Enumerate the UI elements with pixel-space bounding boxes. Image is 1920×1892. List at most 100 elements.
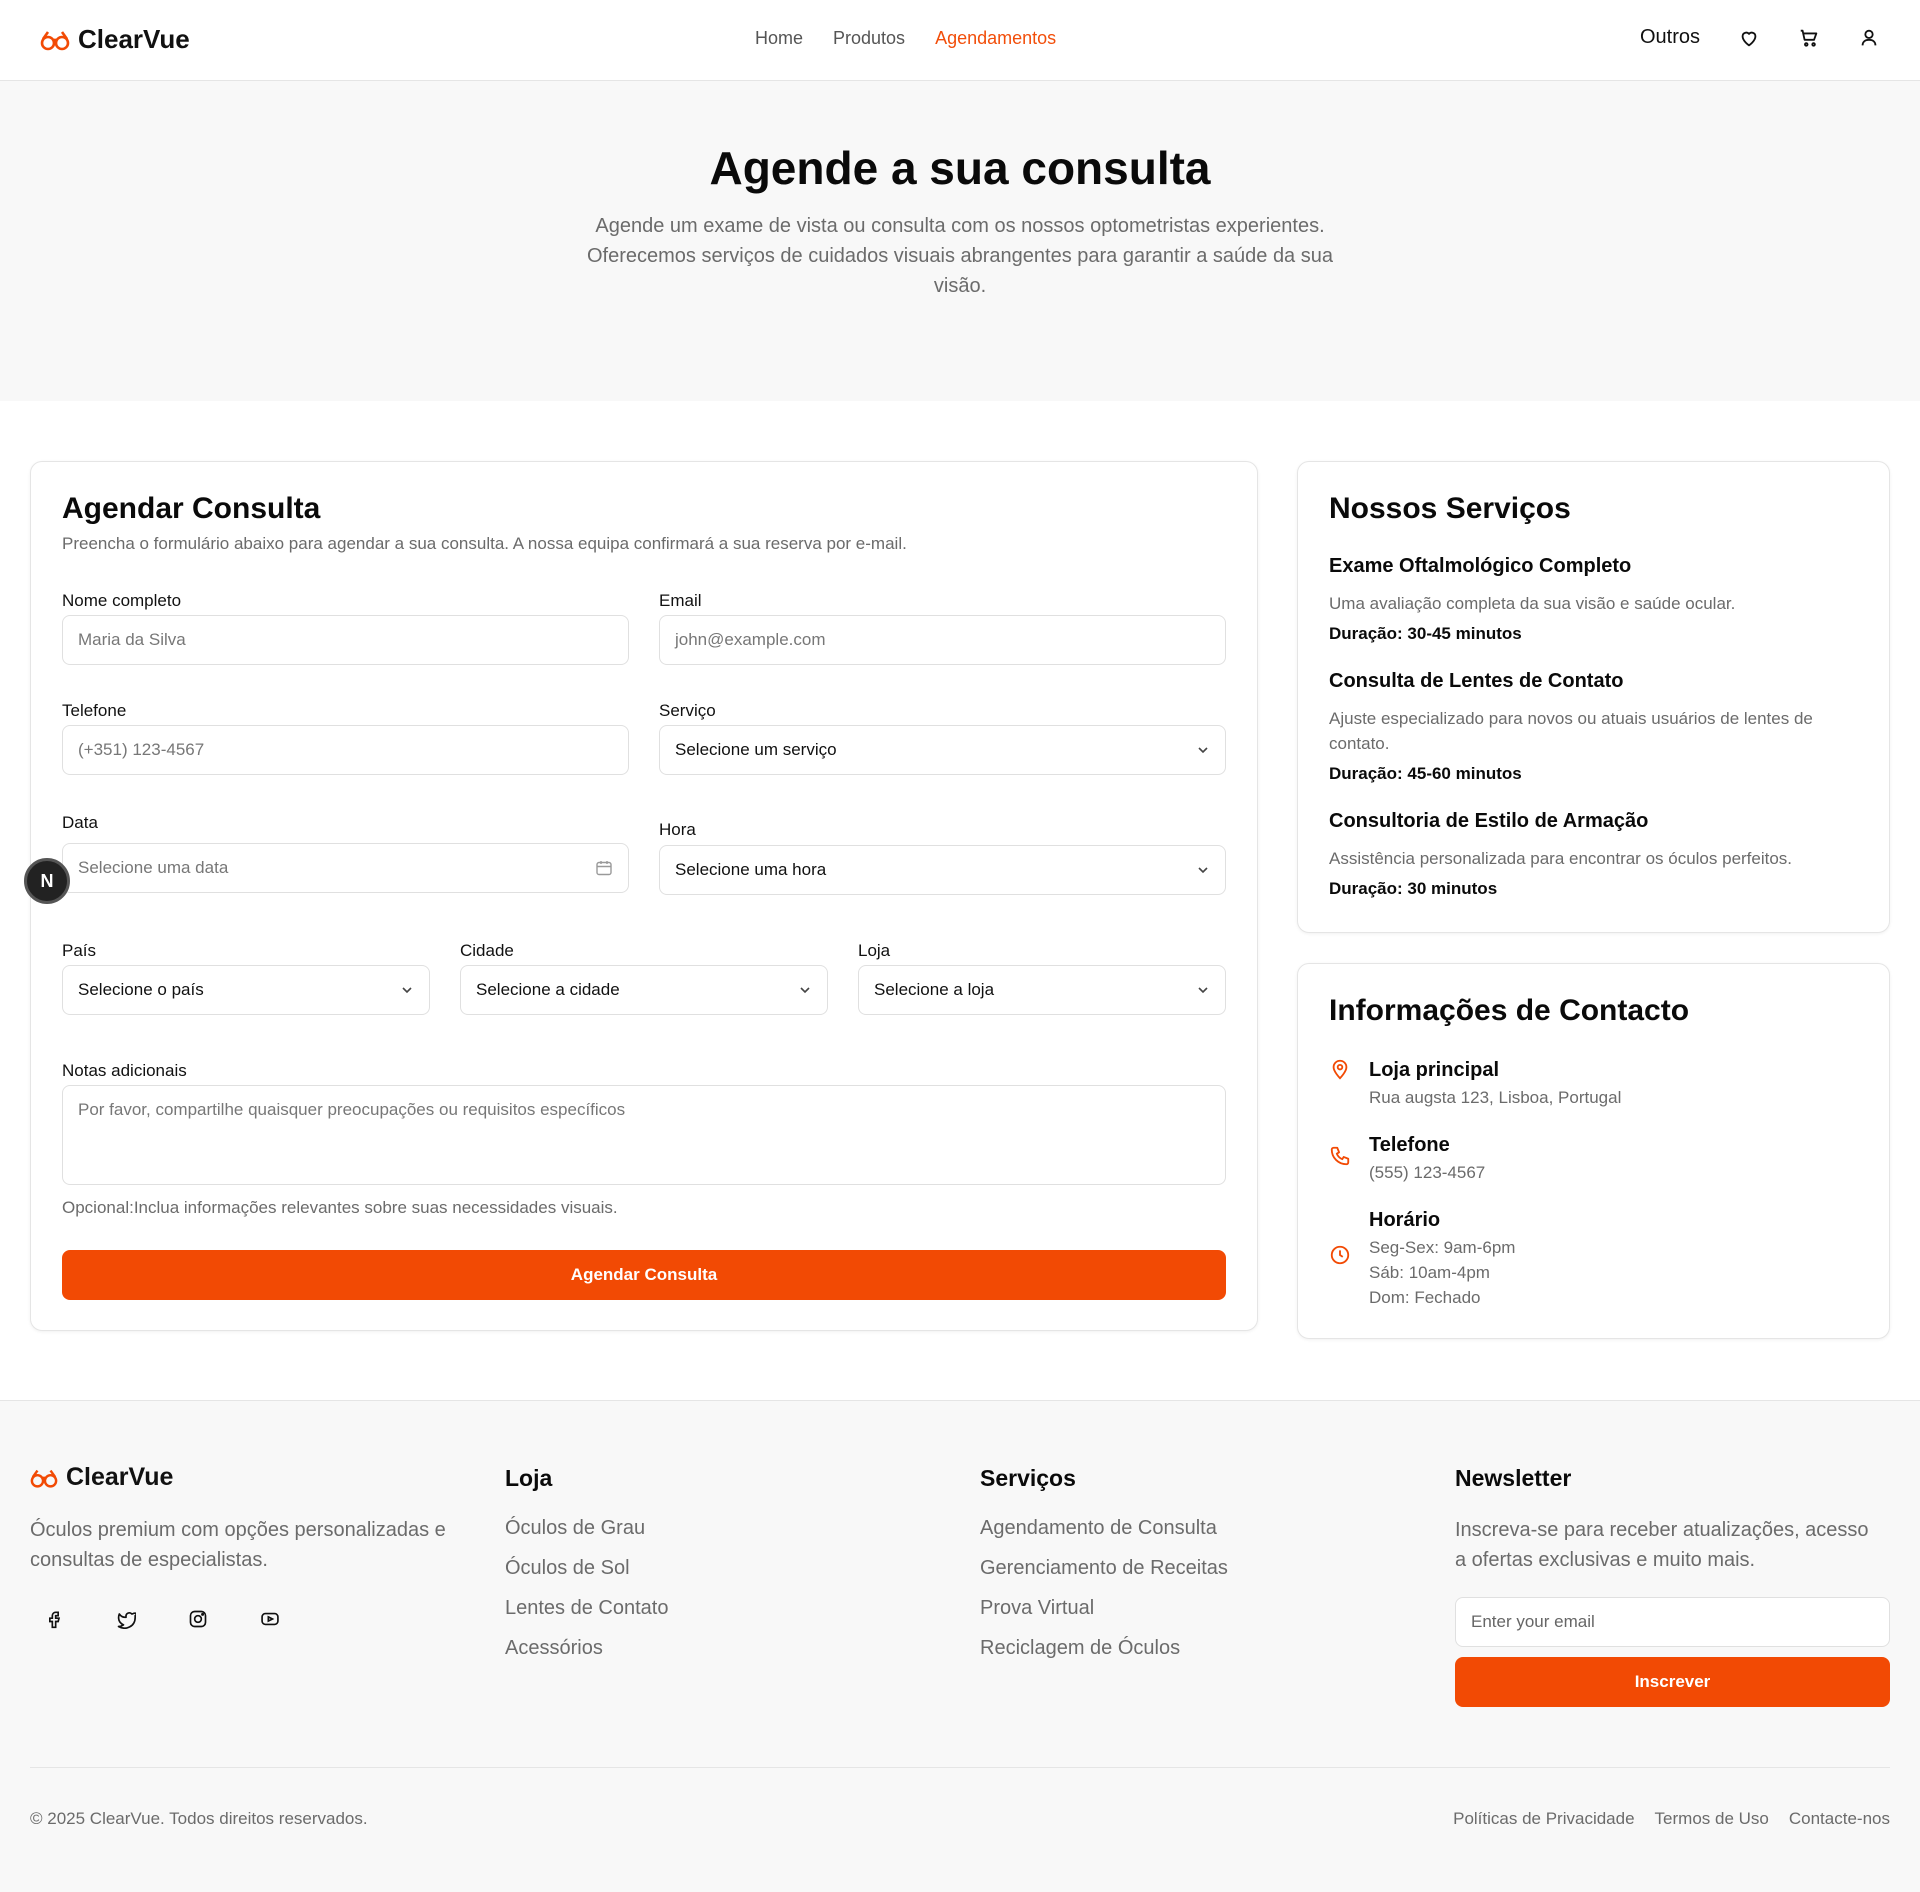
cart-icon[interactable] [1798,27,1820,49]
brand-name: ClearVue [78,24,190,54]
map-pin-icon [1332,1059,1348,1080]
store-title: Loja principal [1369,1059,1500,1081]
footer-link[interactable]: Reciclagem de Óculos [980,1637,1228,1677]
phone-number: (555) 123-4567 [1369,1163,1486,1182]
hero-subtitle: Agende um exame de vista ou consulta com… [587,215,1333,297]
footer-brand-logo[interactable]: ClearVue [30,1463,173,1492]
footer-link[interactable]: Óculos de Grau [505,1517,668,1557]
nav-outros[interactable]: Outros [1640,26,1700,49]
header-actions: Outros [1640,26,1880,49]
nav-produtos[interactable]: Produtos [833,28,905,49]
chevron-down-icon [1198,987,1208,994]
chevron-down-icon [1198,867,1208,874]
privacy-link[interactable]: Políticas de Privacidade [1453,1809,1634,1829]
footer-link[interactable]: Gerenciamento de Receitas [980,1557,1228,1597]
nav-agendamentos[interactable]: Agendamentos [935,28,1056,49]
services-title: Nossos Serviços [1329,492,1571,525]
hero-section: Agende a sua consulta Agende um exame de… [0,81,1920,401]
youtube-icon[interactable] [260,1609,280,1629]
email-label: Email [659,591,702,610]
name-input[interactable]: Maria da Silva [62,615,629,665]
glasses-icon [30,1469,58,1488]
instagram-icon[interactable] [188,1609,208,1629]
heart-icon[interactable] [1738,27,1760,49]
footer-link[interactable]: Óculos de Sol [505,1557,668,1597]
dev-tools-badge[interactable]: N [24,858,70,904]
footer-link[interactable]: Lentes de Contato [505,1597,668,1637]
store-label: Loja [858,941,891,960]
service-name: Exame Oftalmológico Completo [1329,555,1632,577]
calendar-icon[interactable] [595,859,613,877]
service-description: Assistência personalizada para encontrar… [1329,849,1793,868]
service-description: Ajuste especializado para novos ou atuai… [1329,709,1813,753]
name-label: Nome completo [62,591,182,610]
country-label: País [62,941,97,960]
chevron-down-icon [402,987,412,994]
footer-loja-title: Loja [505,1465,553,1491]
appointment-form-card: Agendar Consulta Preencha o formulário a… [30,461,1258,1331]
newsletter-email-input[interactable]: Enter your email [1455,1597,1890,1647]
notes-textarea[interactable]: Por favor, compartilhe quaisquer preocup… [62,1085,1226,1185]
date-label: Data [62,813,98,832]
brand-logo[interactable]: ClearVue [40,24,190,55]
footer-brand-name: ClearVue [66,1463,174,1491]
copyright: © 2025 ClearVue. Todos direitos reservad… [30,1809,368,1828]
contact-link[interactable]: Contacte-nos [1789,1809,1890,1829]
date-placeholder: Selecione uma data [78,858,229,877]
site-header: ClearVue Home Produtos Agendamentos Outr… [0,0,1920,81]
footer-newsletter-title: Newsletter [1455,1465,1572,1491]
form-subtitle: Preencha o formulário abaixo para agenda… [62,534,907,553]
store-select-value: Selecione a loja [874,980,995,999]
time-select[interactable]: Selecione uma hora [659,845,1226,895]
main-nav: Home Produtos Agendamentos [755,28,1056,49]
footer-about: Óculos premium com opções personalizadas… [30,1519,446,1571]
page-title: Agende a sua consulta [709,142,1211,194]
country-select[interactable]: Selecione o país [62,965,430,1015]
newsletter-text: Inscreva-se para receber atualizações, a… [1455,1519,1869,1571]
footer-link[interactable]: Prova Virtual [980,1597,1228,1637]
service-name: Consultoria de Estilo de Armação [1329,810,1649,832]
phone-title: Telefone [1369,1134,1450,1156]
email-input[interactable]: john@example.com [659,615,1226,665]
form-title: Agendar Consulta [62,492,321,525]
phone-input[interactable]: (+351) 123-4567 [62,725,629,775]
service-select[interactable]: Selecione um serviço [659,725,1226,775]
service-duration: Duração: 45-60 minutos [1329,764,1522,783]
country-select-value: Selecione o país [78,980,204,999]
city-select[interactable]: Selecione a cidade [460,965,828,1015]
hours-line: Seg-Sex: 9am-6pm [1369,1238,1516,1257]
chevron-down-icon [800,987,810,994]
footer-link[interactable]: Acessórios [505,1637,668,1677]
contact-card: Informações de Contacto Loja principal R… [1297,963,1890,1339]
service-description: Uma avaliação completa da sua visão e sa… [1329,594,1736,613]
service-select-value: Selecione um serviço [675,740,837,759]
contact-title: Informações de Contacto [1329,994,1690,1027]
twitter-icon[interactable] [116,1609,136,1629]
city-select-value: Selecione a cidade [476,980,620,999]
clock-icon [1330,1245,1350,1265]
legal-links: Políticas de Privacidade Termos de Uso C… [1453,1809,1890,1829]
site-footer: ClearVue Óculos premium com opções perso… [0,1400,1920,1892]
footer-loja-links: Óculos de Grau Óculos de Sol Lentes de C… [505,1517,668,1677]
service-label: Serviço [659,701,716,720]
subscribe-button[interactable]: Inscrever [1455,1657,1890,1707]
terms-link[interactable]: Termos de Uso [1655,1809,1769,1829]
user-icon[interactable] [1858,27,1880,49]
nav-home[interactable]: Home [755,28,803,49]
notes-help-text: Opcional:Inclua informações relevantes s… [62,1198,618,1217]
social-links [44,1609,280,1629]
footer-servicos-title: Serviços [980,1465,1076,1491]
store-select[interactable]: Selecione a loja [858,965,1226,1015]
facebook-icon[interactable] [44,1609,64,1629]
services-card: Nossos Serviços Exame Oftalmológico Comp… [1297,461,1890,933]
service-duration: Duração: 30-45 minutos [1329,624,1522,643]
submit-appointment-button[interactable]: Agendar Consulta [62,1250,1226,1300]
glasses-icon [40,30,70,50]
time-select-value: Selecione uma hora [675,860,827,879]
hours-title: Horário [1369,1209,1441,1231]
phone-icon [1330,1146,1350,1166]
footer-link[interactable]: Agendamento de Consulta [980,1517,1228,1557]
footer-servicos-links: Agendamento de Consulta Gerenciamento de… [980,1517,1228,1677]
date-input[interactable]: Selecione uma data [62,843,629,893]
time-label: Hora [659,820,696,839]
